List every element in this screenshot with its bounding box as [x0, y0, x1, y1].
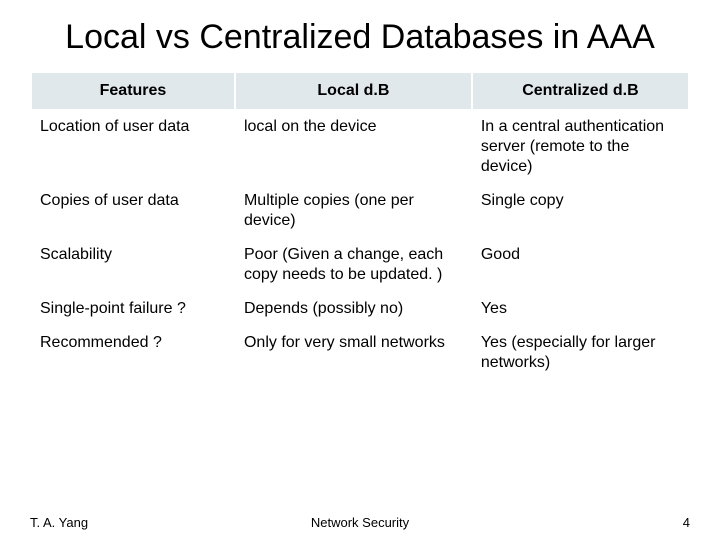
cell-feature: Single-point failure ?: [31, 292, 235, 326]
cell-central: Single copy: [472, 184, 689, 238]
footer-page-number: 4: [683, 515, 690, 530]
cell-local: Poor (Given a change, each copy needs to…: [235, 238, 472, 292]
cell-local: Multiple copies (one per device): [235, 184, 472, 238]
table-row: Copies of user data Multiple copies (one…: [31, 184, 689, 238]
footer-topic: Network Security: [311, 515, 409, 530]
table-row: Location of user data local on the devic…: [31, 110, 689, 184]
footer-author: T. A. Yang: [30, 515, 88, 530]
table-header-row: Features Local d.B Centralized d.B: [31, 72, 689, 110]
slide-footer: T. A. Yang Network Security 4: [30, 515, 690, 530]
cell-central: Good: [472, 238, 689, 292]
cell-local: Depends (possibly no): [235, 292, 472, 326]
table-row: Single-point failure ? Depends (possibly…: [31, 292, 689, 326]
cell-feature: Copies of user data: [31, 184, 235, 238]
cell-central: Yes (especially for larger networks): [472, 326, 689, 380]
cell-local: local on the device: [235, 110, 472, 184]
cell-feature: Location of user data: [31, 110, 235, 184]
table-row: Scalability Poor (Given a change, each c…: [31, 238, 689, 292]
cell-local: Only for very small networks: [235, 326, 472, 380]
comparison-table: Features Local d.B Centralized d.B Locat…: [30, 71, 690, 381]
cell-central: In a central authentication server (remo…: [472, 110, 689, 184]
slide: Local vs Centralized Databases in AAA Fe…: [0, 0, 720, 540]
col-header-local: Local d.B: [235, 72, 472, 110]
col-header-central: Centralized d.B: [472, 72, 689, 110]
slide-title: Local vs Centralized Databases in AAA: [30, 18, 690, 57]
cell-feature: Recommended ?: [31, 326, 235, 380]
table-row: Recommended ? Only for very small networ…: [31, 326, 689, 380]
col-header-features: Features: [31, 72, 235, 110]
cell-feature: Scalability: [31, 238, 235, 292]
cell-central: Yes: [472, 292, 689, 326]
